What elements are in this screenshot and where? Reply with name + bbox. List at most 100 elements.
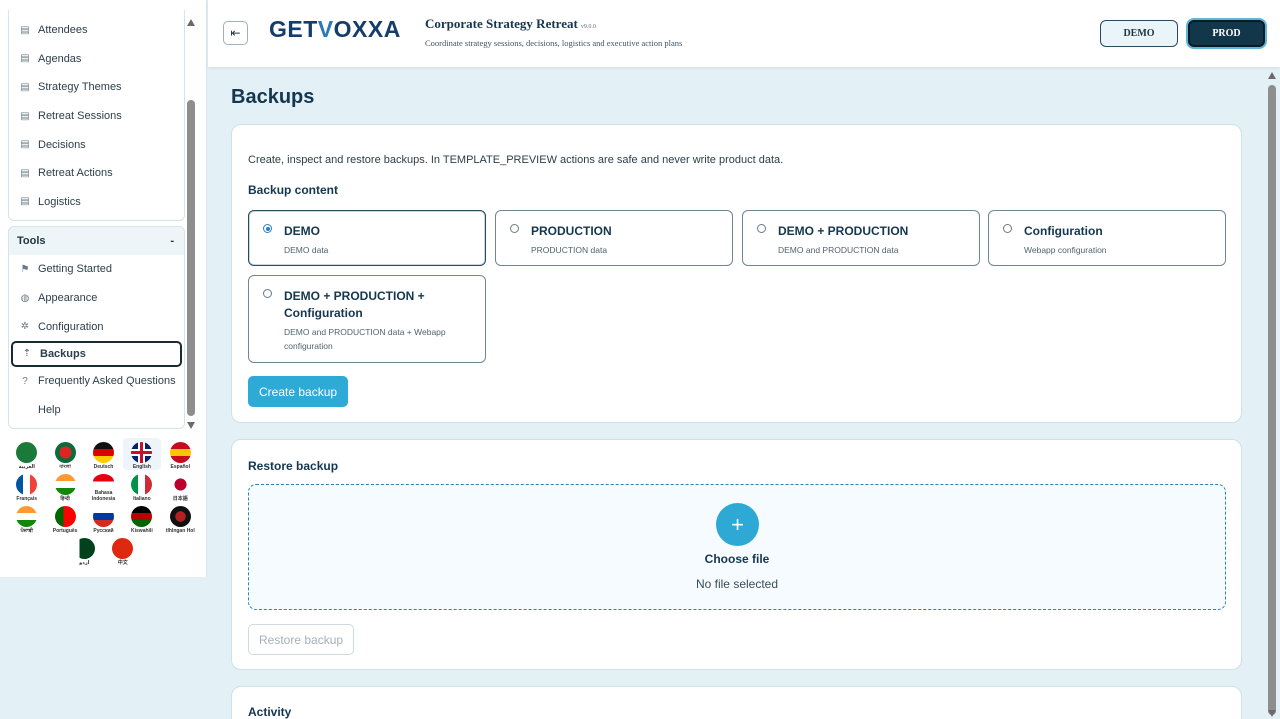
flag-icon: [54, 474, 76, 495]
choose-file-label[interactable]: Choose file: [249, 552, 1225, 566]
sidebar-item-retreat-actions[interactable]: ▤ Retreat Actions: [9, 159, 184, 188]
tools-group-header[interactable]: Tools -: [9, 227, 184, 256]
language-label: اردو: [79, 560, 90, 566]
sidebar-item-label: Frequently Asked Questions: [38, 375, 176, 388]
logo: GETVOXXA: [269, 16, 401, 42]
backup-option-production[interactable]: PRODUCTION PRODUCTION data: [495, 210, 733, 266]
language-option[interactable]: हिन्दी: [46, 470, 84, 502]
env-demo-button[interactable]: DEMO: [1100, 20, 1178, 47]
sidebar-item-faq[interactable]: ? Frequently Asked Questions: [9, 367, 184, 396]
restore-card: Restore backup + Choose file No file sel…: [231, 439, 1242, 670]
scroll-up-icon[interactable]: [1268, 72, 1276, 79]
scrollbar-thumb[interactable]: [187, 100, 195, 416]
language-option[interactable]: 日本語: [161, 470, 199, 502]
page-title: Backups: [231, 86, 315, 108]
language-option[interactable]: 中文: [104, 534, 142, 566]
language-option[interactable]: العربية: [8, 438, 46, 470]
sidebar-item-retreat-sessions[interactable]: ▤ Retreat Sessions: [9, 102, 184, 131]
language-option[interactable]: Español: [161, 438, 199, 470]
backup-option-configuration[interactable]: Configuration Webapp configuration: [988, 210, 1226, 266]
backup-option-demo-production[interactable]: DEMO + PRODUCTION DEMO and PRODUCTION da…: [742, 210, 980, 266]
sidebar-scrollbar[interactable]: [186, 14, 197, 429]
scrollbar-thumb[interactable]: [1268, 85, 1276, 715]
env-prod-button[interactable]: PROD: [1188, 20, 1265, 47]
language-option[interactable]: Português: [46, 502, 84, 534]
list-icon: ▤: [20, 81, 30, 93]
sidebar: ▤ Attendees ▤ Agendas ▤ Strategy Themes ▤ Re…: [0, 0, 207, 577]
language-option[interactable]: ਪੰਜਾਬੀ: [8, 502, 46, 534]
collapse-menu-button[interactable]: ⇤: [223, 21, 248, 45]
language-option[interactable]: Deutsch: [84, 438, 122, 470]
scroll-down-icon[interactable]: [1268, 710, 1276, 717]
sidebar-item-decisions[interactable]: ▤ Decisions: [9, 130, 184, 159]
sidebar-item-backups[interactable]: ⇡ Backups: [11, 340, 182, 367]
app-title-block: Corporate Strategy Retreat v9.0.0 Coordin…: [425, 16, 682, 48]
version-label: v9.0.0: [580, 24, 596, 30]
list-icon: ▤: [20, 139, 30, 151]
radio-button[interactable]: [757, 224, 766, 233]
activity-card: Activity: [231, 686, 1242, 719]
sidebar-item-label: Backups: [40, 347, 86, 360]
main-scrollbar[interactable]: [1266, 68, 1278, 719]
sidebar-item-attendees[interactable]: ▤ Attendees: [9, 16, 184, 45]
backup-content-title: Backup content: [248, 183, 339, 197]
collapse-menu-icon: ⇤: [230, 26, 241, 40]
language-option[interactable]: tlhIngan Hol: [161, 502, 199, 534]
gear-icon: ✲: [20, 321, 30, 333]
sidebar-item-label: Agendas: [38, 52, 82, 65]
plus-icon[interactable]: +: [716, 503, 759, 546]
top-header: ⇤ GETVOXXA Corporate Strategy Retreat v9.…: [208, 0, 1280, 67]
radio-button[interactable]: [1003, 224, 1012, 233]
backup-option-demo[interactable]: DEMO DEMO data: [248, 210, 486, 266]
sidebar-item-strategy-themes[interactable]: ▤ Strategy Themes: [9, 73, 184, 102]
flag-icon: [131, 506, 153, 527]
restore-backup-button[interactable]: Restore backup: [248, 624, 355, 655]
file-dropzone[interactable]: + Choose file No file selected: [248, 484, 1226, 610]
flag-icon: [16, 506, 38, 527]
scroll-up-icon[interactable]: [187, 19, 195, 26]
sidebar-item-configuration[interactable]: ✲ Configuration: [9, 312, 184, 341]
language-option[interactable]: Français: [8, 470, 46, 502]
create-backup-button[interactable]: Create backup: [248, 376, 349, 407]
language-option[interactable]: Italiano: [123, 470, 161, 502]
language-picker: العربية বাংলা Deutsch English Español Françai…: [6, 438, 201, 566]
flag-icon: [169, 474, 191, 495]
list-icon: ▤: [20, 53, 30, 65]
language-label: ਪੰਜਾਬੀ: [20, 528, 33, 534]
activity-title: Activity: [248, 705, 292, 719]
language-option[interactable]: বাংলা: [46, 438, 84, 470]
sidebar-item-logistics[interactable]: ▤ Logistics: [9, 188, 184, 217]
flag-icon: [54, 442, 76, 463]
radio-button[interactable]: [263, 224, 272, 233]
list-icon: ▤: [20, 110, 30, 122]
flag-icon: [73, 538, 95, 559]
list-icon: ▤: [20, 196, 30, 208]
flag-icon: [169, 506, 191, 527]
flag-icon: [131, 442, 153, 463]
radio-button[interactable]: [510, 224, 519, 233]
tools-group-title: Tools: [17, 235, 46, 248]
sidebar-item-label: Help: [38, 403, 61, 416]
app-title: Corporate Strategy Retreat v9.0.0: [425, 16, 596, 31]
language-label: Bahasa Indonesia: [91, 490, 116, 502]
language-option[interactable]: Русский: [84, 502, 122, 534]
sidebar-item-agendas[interactable]: ▤ Agendas: [9, 45, 184, 74]
sidebar-item-help[interactable]: Help: [9, 396, 184, 425]
backup-intro-text: Create, inspect and restore backups. In …: [248, 154, 784, 166]
language-option[interactable]: English: [122, 438, 162, 470]
sidebar-nav: ▤ Attendees ▤ Agendas ▤ Strategy Themes ▤ Re…: [8, 10, 185, 430]
language-option[interactable]: Kiswahili: [123, 502, 161, 534]
language-option[interactable]: اردو: [65, 534, 103, 566]
nav-group-main: ▤ Attendees ▤ Agendas ▤ Strategy Themes ▤ Re…: [8, 10, 185, 222]
scroll-down-icon[interactable]: [187, 422, 195, 429]
radio-button[interactable]: [263, 289, 272, 298]
backup-card: Create, inspect and restore backups. In …: [231, 124, 1242, 423]
list-icon: ▤: [20, 24, 30, 36]
sidebar-item-appearance[interactable]: ◍ Appearance: [9, 284, 184, 313]
language-label: 中文: [117, 560, 128, 566]
sidebar-item-label: Appearance: [38, 292, 98, 305]
language-option[interactable]: Bahasa Indonesia: [84, 470, 122, 502]
sidebar-item-label: Strategy Themes: [38, 81, 122, 94]
sidebar-item-getting-started[interactable]: ⚑ Getting Started: [9, 255, 184, 284]
backup-option-all[interactable]: DEMO + PRODUCTION + Configuration DEMO a…: [248, 275, 486, 363]
